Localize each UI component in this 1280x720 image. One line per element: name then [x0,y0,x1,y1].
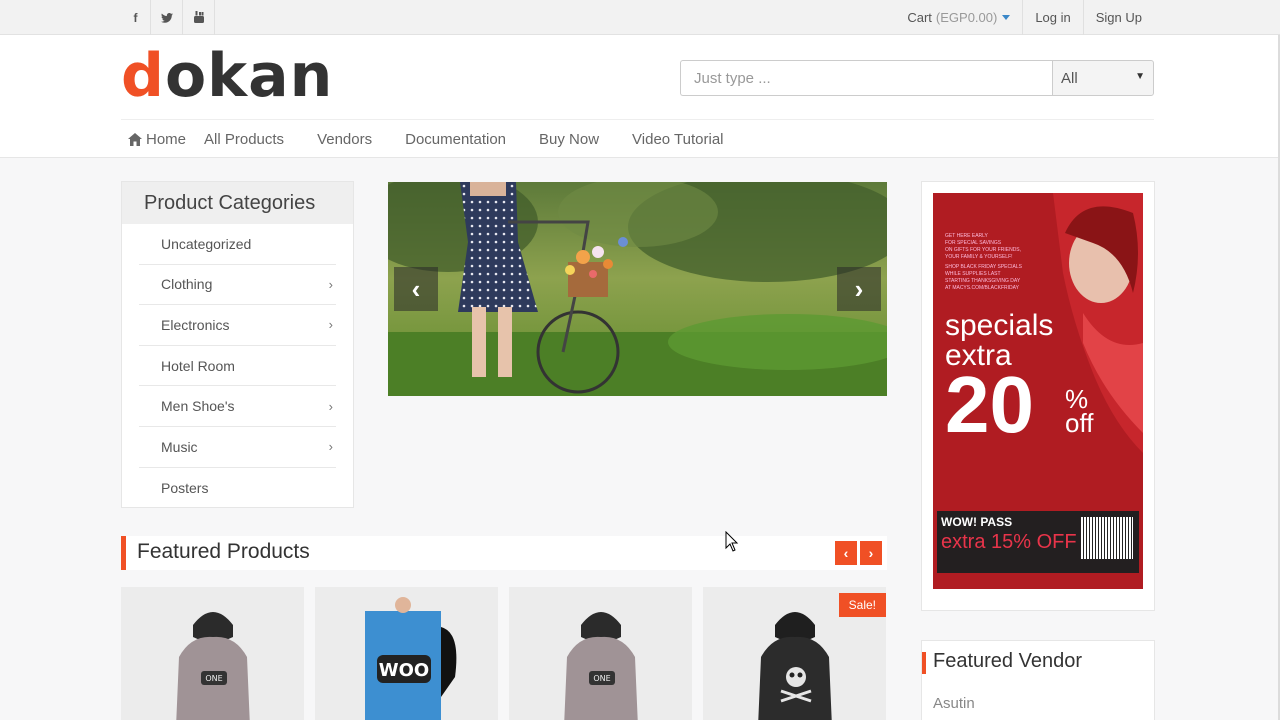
login-link[interactable]: Log in [1022,0,1082,35]
nav-documentation[interactable]: Documentation [405,131,506,148]
ad-widget: GET HERE EARLY FOR SPECIAL SAVINGS ON GIFT… [921,181,1155,611]
featured-vendor-name[interactable]: Asutin [933,695,975,712]
signup-link[interactable]: Sign Up [1082,0,1154,35]
chevron-right-icon: › [328,398,333,414]
featured-products-header: Featured Products ‹ › [121,536,887,570]
slider-next-button[interactable]: › [837,267,881,311]
product-card[interactable]: Sale! [703,587,886,720]
search-input[interactable] [680,60,1052,96]
product-card[interactable]: ONE [509,587,692,720]
home-icon [128,132,142,146]
category-list: Uncategorized Clothing › Electronics › Hot… [122,224,353,508]
slider-prev-button[interactable]: ‹ [394,267,438,311]
nav-video-tutorial[interactable]: Video Tutorial [632,131,723,148]
site-header: dokan All ▼ Home All Products Vendors Do… [0,35,1280,158]
svg-text:WOO: WOO [379,660,429,681]
product-image: ONE [509,587,692,720]
search-form: All ▼ [680,60,1154,96]
hero-slider: ‹ › [388,182,887,396]
category-item[interactable]: Music › [139,427,336,468]
product-image: WOO [315,587,498,720]
twitter-icon[interactable] [151,0,183,35]
nav-home-label: Home [146,130,187,148]
facebook-icon[interactable]: f [121,0,151,35]
chevron-right-icon: › [328,439,333,455]
category-item[interactable]: Uncategorized [139,224,336,265]
category-item[interactable]: Posters [139,468,336,509]
dokan-logo[interactable]: dokan [121,41,333,111]
search-category-select[interactable]: All ▼ [1052,60,1154,96]
ad-fine-print: GET HERE EARLY FOR SPECIAL SAVINGS ON GIFT… [945,233,1022,291]
select-arrow-icon: ▼ [1135,71,1145,82]
category-item[interactable]: Hotel Room [139,346,336,387]
cart-amount: (EGP0.00) [935,10,998,25]
featured-products-nav: ‹ › [835,541,882,565]
featured-products-title: Featured Products [137,540,310,563]
svg-text:ONE: ONE [593,674,610,683]
chevron-right-icon: › [328,276,333,292]
caret-down-icon [1002,15,1011,20]
sale-badge: Sale! [838,593,886,617]
cart-label: Cart [907,10,932,25]
barcode [1081,517,1133,559]
category-item[interactable]: Men Shoe's › [139,386,336,427]
product-categories-title: Product Categories [122,182,353,224]
social-links: f [121,0,215,35]
cart-dropdown[interactable]: Cart (EGP0.00) [895,0,1022,35]
product-card[interactable]: ONE [121,587,304,720]
youtube-icon[interactable] [183,0,215,35]
main-nav: Home All Products Vendors Documentation … [121,120,757,158]
nav-buy-now[interactable]: Buy Now [539,131,599,148]
slide-image [388,182,887,396]
chevron-right-icon: › [328,317,333,333]
section-accent [922,652,926,674]
section-accent [121,536,126,570]
svg-text:ONE: ONE [205,674,222,683]
product-categories-widget: Product Categories Uncategorized Clothin… [121,181,354,508]
account-links: Cart (EGP0.00) Log in Sign Up [895,0,1154,35]
featured-vendor-widget: Featured Vendor Asutin [921,640,1155,720]
nav-home[interactable]: Home [128,131,186,148]
mouse-cursor-icon [725,531,739,552]
featured-prev-button[interactable]: ‹ [835,541,857,565]
featured-products-list: ONE WOO ONE Sale! [121,587,886,720]
product-image: ONE [121,587,304,720]
category-item[interactable]: Electronics › [139,305,336,346]
product-card[interactable]: WOO [315,587,498,720]
ad-coupon: WOW! PASS extra 15% OFF [937,511,1139,573]
featured-vendor-title: Featured Vendor [933,650,1082,672]
featured-next-button[interactable]: › [860,541,882,565]
macys-ad-banner[interactable]: GET HERE EARLY FOR SPECIAL SAVINGS ON GIFT… [933,193,1143,589]
top-bar: f Cart (EGP0.00) Log in Sign Up [0,0,1280,35]
ad-percent: 20 [945,360,1034,449]
ad-off: % off [1065,384,1094,438]
category-item[interactable]: Clothing › [139,265,336,306]
search-category-value: All [1061,69,1078,87]
nav-vendors[interactable]: Vendors [317,131,372,148]
nav-all-products[interactable]: All Products [204,131,284,148]
